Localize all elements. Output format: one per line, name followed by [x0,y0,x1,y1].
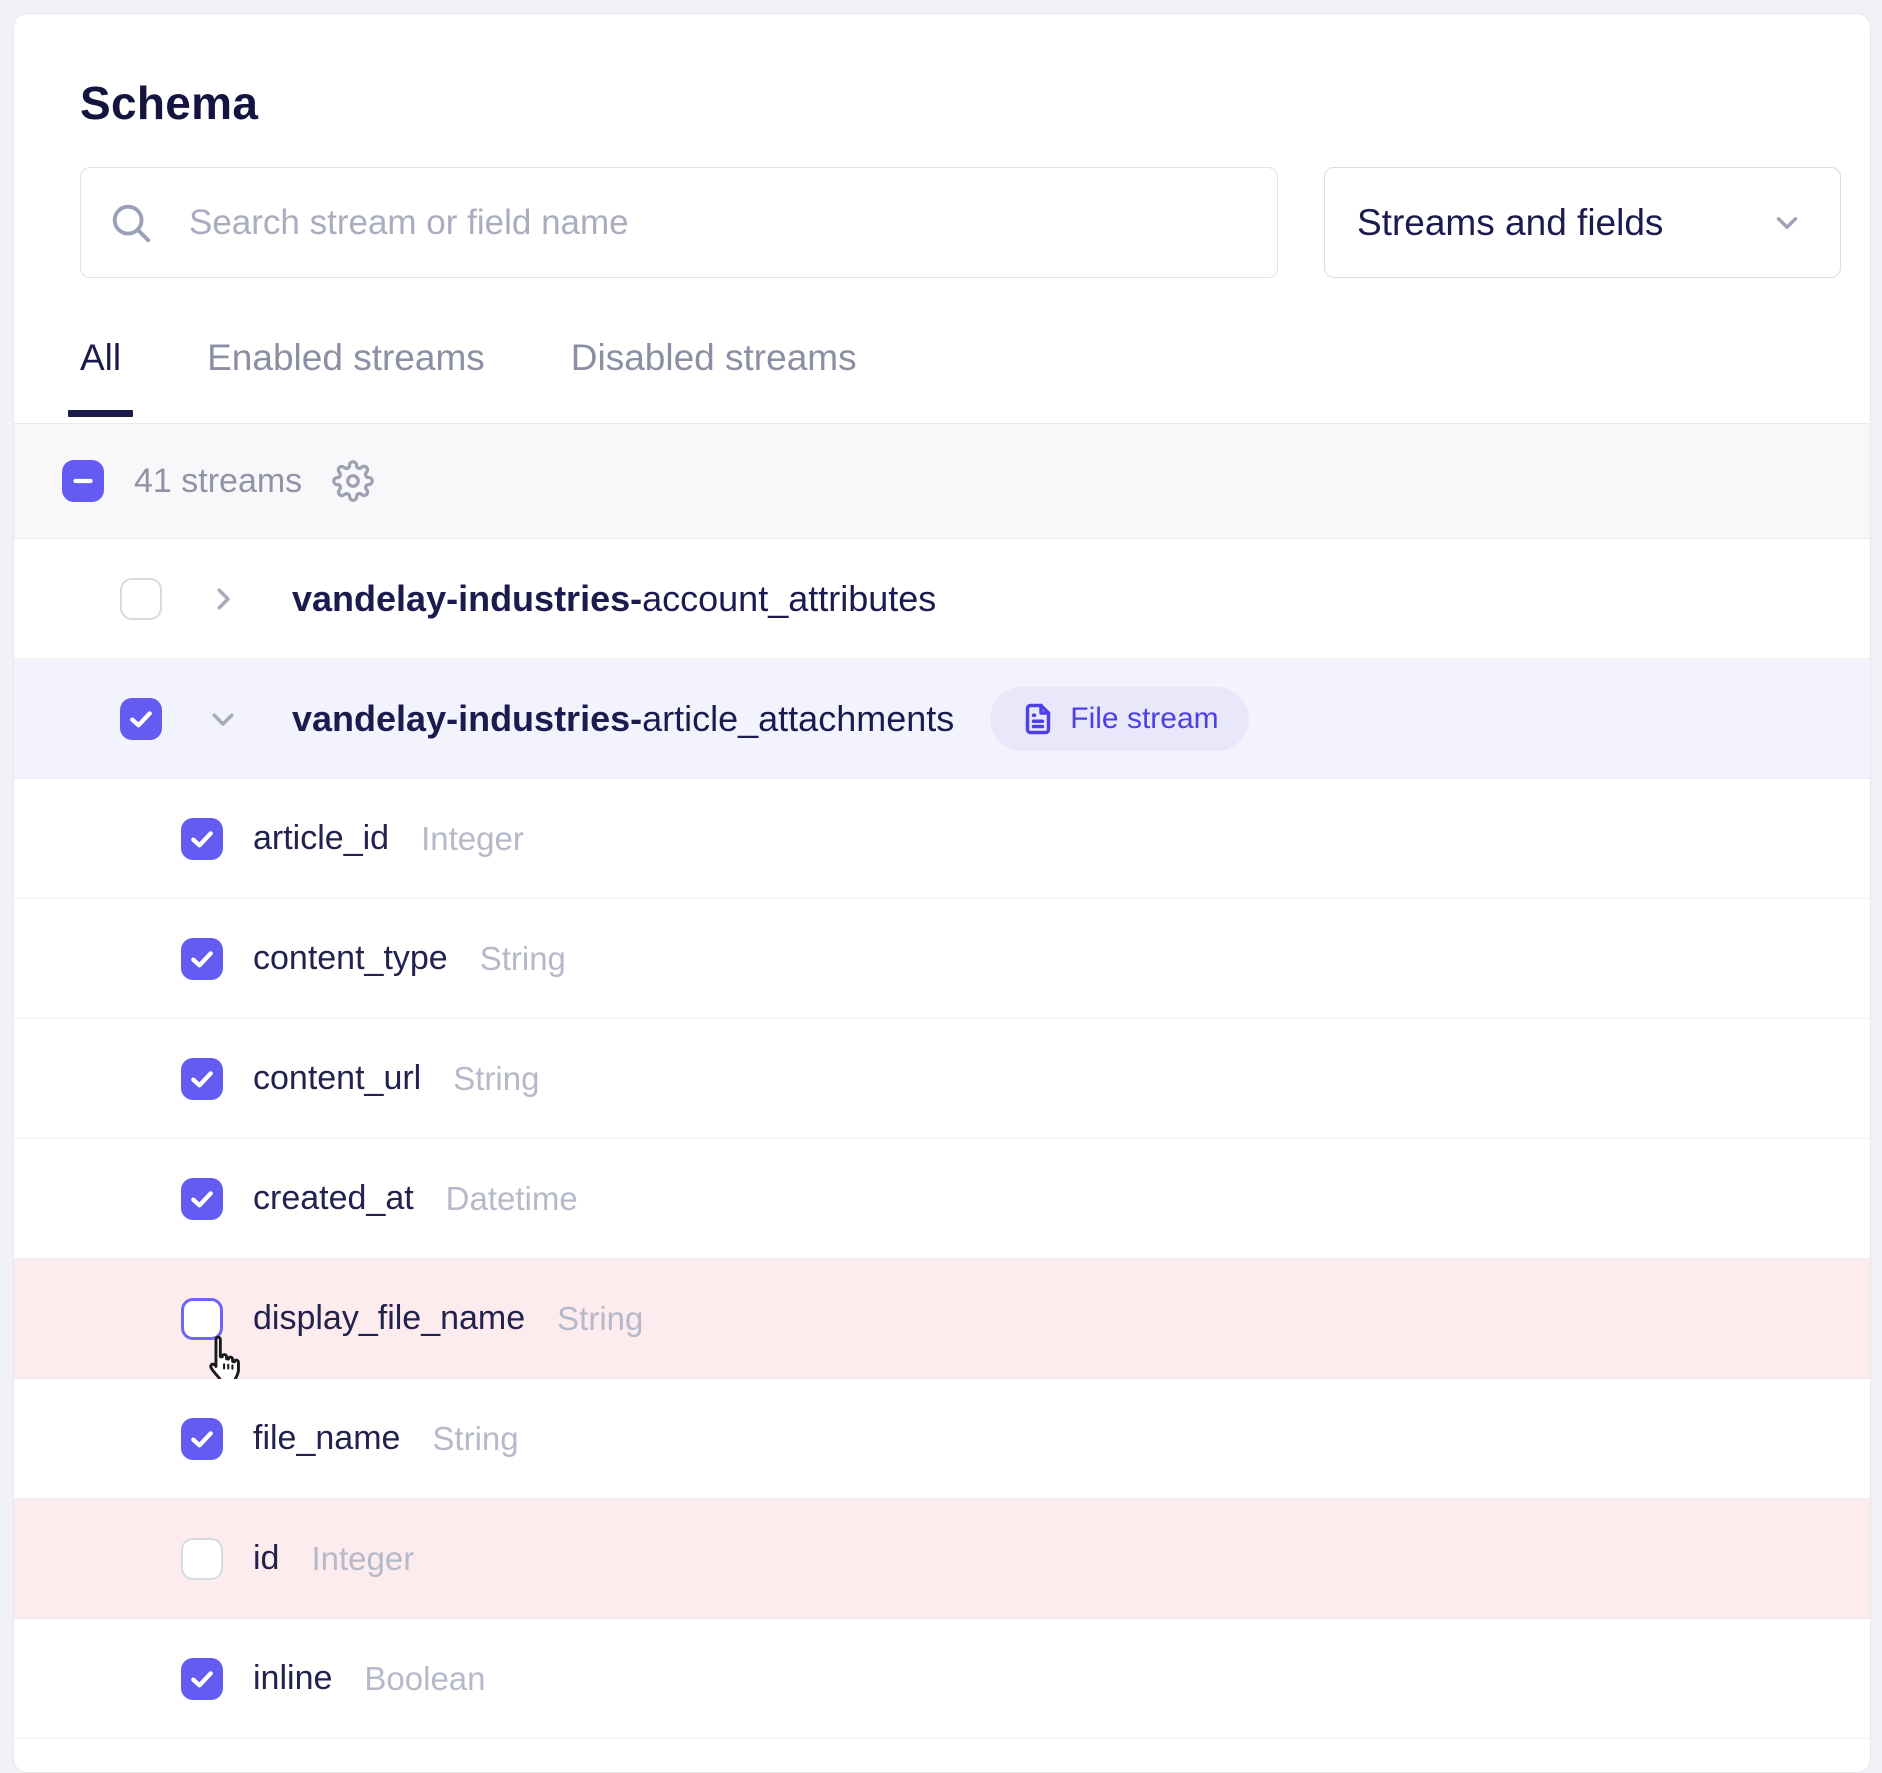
minus-icon [68,466,98,496]
chevron-right-icon [208,584,238,614]
field-name: content_type [253,939,448,978]
rows-list: vandelay-industries-account_attributes v… [14,539,1870,1739]
field-name: file_name [253,1419,400,1458]
chevron-down-icon [208,704,238,734]
streams-toolbar: 41 streams [14,423,1870,539]
tab-disabled-streams[interactable]: Disabled streams [571,337,857,417]
field-row[interactable]: display_file_name String [14,1259,1870,1379]
file-stream-badge: File stream [990,687,1248,751]
field-row[interactable]: content_type String [14,899,1870,1019]
schema-panel: Schema Streams and fields All Enabled st… [13,13,1871,1773]
tab-all[interactable]: All [80,337,121,417]
stream-checkbox[interactable] [120,578,162,620]
field-type: Integer [311,1540,414,1578]
field-row[interactable]: article_id Integer [14,779,1870,899]
field-type: String [453,1060,539,1098]
field-row[interactable]: id Integer [14,1499,1870,1619]
field-name: article_id [253,819,389,858]
check-icon [187,1184,217,1214]
stream-checkbox[interactable] [120,698,162,740]
check-icon [187,1064,217,1094]
stream-field-filter-dropdown[interactable]: Streams and fields [1324,167,1841,278]
field-name: created_at [253,1179,414,1218]
check-icon [187,944,217,974]
field-row[interactable]: inline Boolean [14,1619,1870,1739]
field-checkbox[interactable] [181,1658,223,1700]
check-icon [187,1424,217,1454]
field-name: display_file_name [253,1299,525,1338]
field-type: Integer [421,820,524,858]
field-name: inline [253,1659,332,1698]
stream-filter-tabs: All Enabled streams Disabled streams [80,337,857,417]
field-row[interactable]: file_name String [14,1379,1870,1499]
streams-count: 41 streams [134,462,302,501]
expand-toggle[interactable] [208,704,238,734]
check-icon [126,704,156,734]
select-all-checkbox[interactable] [62,460,104,502]
gear-icon[interactable] [332,460,374,502]
stream-row[interactable]: vandelay-industries-account_attributes [14,539,1870,659]
stream-row[interactable]: vandelay-industries-article_attachments … [14,659,1870,779]
field-checkbox[interactable] [181,818,223,860]
check-icon [187,1664,217,1694]
field-type: Datetime [446,1180,578,1218]
field-checkbox[interactable] [181,1418,223,1460]
stream-name: vandelay-industries-article_attachments [292,698,954,740]
field-row[interactable]: created_at Datetime [14,1139,1870,1259]
page-title: Schema [80,76,258,130]
field-type: String [480,940,566,978]
expand-toggle[interactable] [208,584,238,614]
check-icon [187,824,217,854]
tab-enabled-streams[interactable]: Enabled streams [207,337,485,417]
field-checkbox[interactable] [181,1058,223,1100]
search-input[interactable] [80,167,1278,278]
chevron-down-icon [1770,206,1804,240]
field-checkbox[interactable] [181,1178,223,1220]
dropdown-selected-value: Streams and fields [1357,202,1663,244]
field-name: id [253,1539,279,1578]
field-row[interactable]: content_url String [14,1019,1870,1139]
search-box [80,167,1278,278]
field-name: content_url [253,1059,421,1098]
field-checkbox[interactable] [181,938,223,980]
field-type: String [557,1300,643,1338]
field-type: Boolean [364,1660,485,1698]
field-type: String [432,1420,518,1458]
field-checkbox[interactable] [181,1538,223,1580]
file-icon [1020,701,1056,737]
stream-name: vandelay-industries-account_attributes [292,578,936,620]
badge-label: File stream [1070,702,1218,736]
